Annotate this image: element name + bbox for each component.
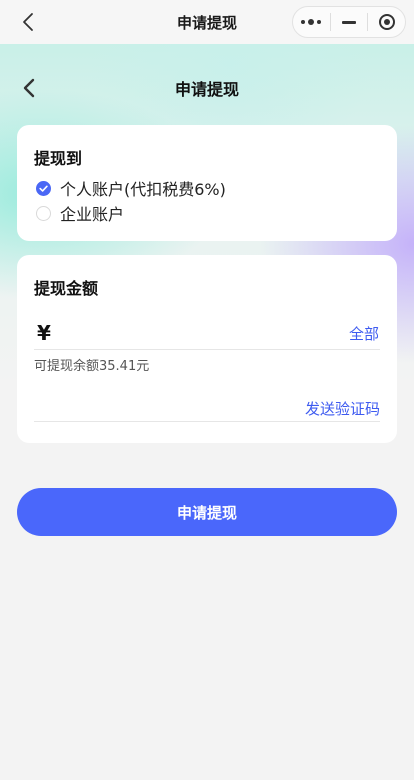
- send-code-button[interactable]: 发送验证码: [305, 398, 380, 419]
- withdraw-amount-card: 提现金额 ¥ 全部 可提现余额35.41元 发送验证码: [17, 255, 397, 443]
- currency-symbol: ¥: [37, 321, 51, 345]
- close-target-icon: [378, 14, 395, 30]
- option-label: 个人账户(代扣税费6%): [60, 180, 226, 199]
- page: 申请提现 申请提现 提现到 个人账户(代扣税费6%) 企业账户 提现金额 ¥ 全…: [0, 0, 414, 780]
- verification-code-row: 发送验证码: [34, 395, 380, 422]
- amount-input[interactable]: [60, 318, 349, 348]
- chevron-left-icon: [23, 78, 35, 98]
- more-dots-icon: [301, 19, 322, 25]
- page-header: 申请提现: [0, 66, 414, 110]
- option-label: 企业账户: [60, 205, 125, 224]
- close-button[interactable]: [368, 7, 405, 37]
- submit-withdraw-button[interactable]: 申请提现: [17, 488, 397, 536]
- minimize-button[interactable]: [331, 7, 368, 37]
- withdraw-to-card: 提现到 个人账户(代扣税费6%) 企业账户: [17, 125, 397, 241]
- withdraw-amount-title: 提现金额: [34, 279, 99, 298]
- chevron-left-icon[interactable]: [18, 10, 38, 34]
- available-balance: 可提现余额35.41元: [34, 359, 150, 374]
- radio-unchecked-icon[interactable]: [36, 205, 51, 221]
- more-button[interactable]: [293, 7, 330, 37]
- option-personal-account[interactable]: 个人账户(代扣税费6%): [36, 176, 226, 200]
- back-button[interactable]: [18, 76, 40, 100]
- withdraw-to-title: 提现到: [34, 149, 83, 168]
- amount-field-row: ¥ 全部: [34, 317, 380, 350]
- miniprogram-title: 申请提现: [176, 13, 237, 32]
- withdraw-all-link[interactable]: 全部: [349, 323, 379, 344]
- radio-checked-icon[interactable]: [36, 180, 51, 196]
- option-business-account[interactable]: 企业账户: [36, 201, 124, 225]
- minimize-icon: [342, 20, 356, 24]
- page-title: 申请提现: [174, 80, 239, 99]
- miniprogram-capsule: [292, 6, 406, 38]
- verification-code-input[interactable]: [34, 395, 305, 421]
- miniprogram-nav-bar: 申请提现: [0, 0, 414, 44]
